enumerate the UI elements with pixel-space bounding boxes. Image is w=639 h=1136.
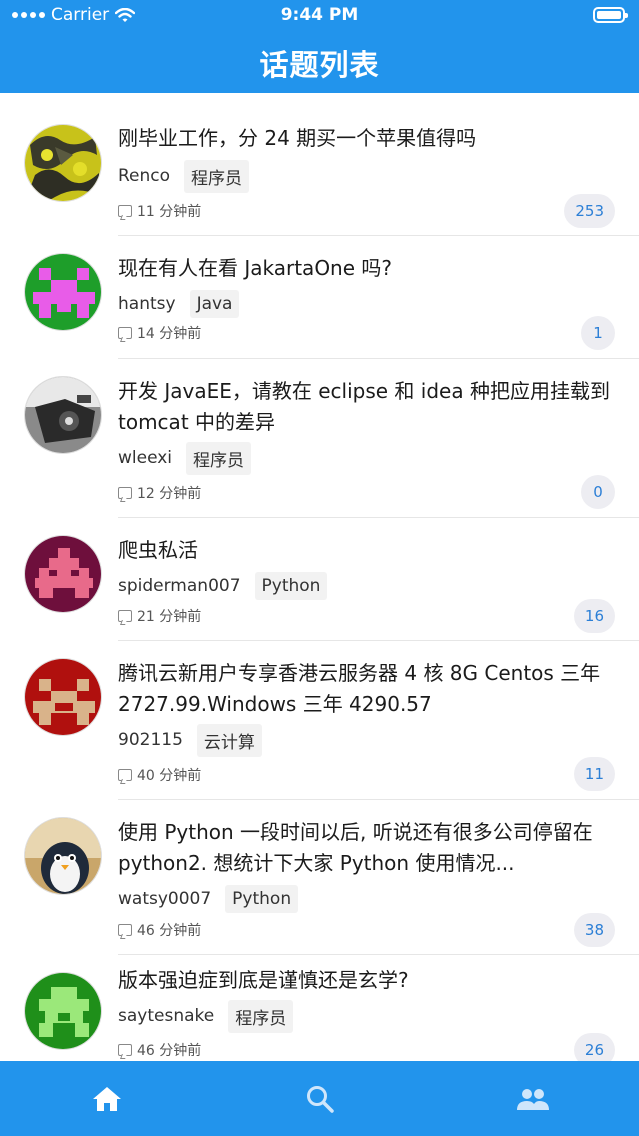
comment-icon — [118, 610, 132, 622]
status-time: 9:44 PM — [280, 5, 359, 25]
reply-count-badge: 1 — [581, 316, 615, 350]
page-title: 话题列表 — [259, 48, 380, 82]
avatar[interactable] — [24, 972, 102, 1050]
author-name[interactable]: watsy0007 — [118, 889, 211, 909]
reply-count-badge: 253 — [564, 194, 615, 228]
author-name[interactable]: wleexi — [118, 448, 172, 468]
comment-icon — [118, 487, 132, 499]
node-tag[interactable]: 程序员 — [186, 441, 252, 475]
node-tag[interactable]: Python — [225, 885, 299, 913]
topic-row[interactable]: 现在有人在看 JakartaOne 吗? hantsy Java 14 分钟前 … — [0, 236, 639, 359]
node-tag[interactable]: Java — [189, 290, 240, 318]
author-name[interactable]: saytesnake — [118, 1006, 214, 1026]
topic-title[interactable]: 爬虫私活 — [118, 535, 618, 566]
topic-time: 46 分钟前 — [137, 923, 202, 939]
author-name[interactable]: Renco — [118, 166, 170, 186]
reply-count-badge: 11 — [573, 757, 615, 791]
topic-row[interactable]: 爬虫私活 spiderman007 Python 21 分钟前 16 — [0, 518, 639, 641]
author-name[interactable]: hantsy — [118, 294, 176, 314]
node-tag[interactable]: 程序员 — [228, 999, 294, 1033]
topic-time: 14 分钟前 — [137, 326, 202, 342]
avatar[interactable] — [24, 658, 102, 736]
reply-count-badge: 16 — [573, 599, 615, 633]
reply-count-badge: 0 — [581, 475, 615, 509]
topic-title[interactable]: 刚毕业工作，分 24 期买一个苹果值得吗 — [118, 123, 618, 154]
tab-home[interactable] — [0, 1061, 213, 1136]
node-tag[interactable]: 云计算 — [196, 723, 262, 757]
home-icon — [92, 1086, 121, 1111]
search-icon — [306, 1085, 334, 1113]
comment-icon — [118, 924, 132, 936]
avatar[interactable] — [24, 376, 102, 454]
comment-icon — [118, 205, 132, 217]
topic-title[interactable]: 版本强迫症到底是谨慎还是玄学? — [118, 965, 618, 996]
topic-time: 11 分钟前 — [137, 204, 202, 220]
topic-row[interactable]: 版本强迫症到底是谨慎还是玄学? saytesnake 程序员 46 分钟前 26 — [0, 955, 639, 1061]
avatar[interactable] — [24, 535, 102, 613]
topic-title[interactable]: 腾讯云新用户专享香港云服务器 4 核 8G Centos 三年 2727.99.… — [118, 658, 618, 720]
node-tag[interactable]: Python — [254, 572, 328, 600]
topic-list[interactable]: 刚毕业工作，分 24 期买一个苹果值得吗 Renco 程序员 11 分钟前 25… — [0, 93, 639, 1061]
navigation-bar: Carrier 9:44 PM 话题列表 — [0, 0, 639, 93]
tab-bar — [0, 1061, 639, 1136]
comment-icon — [118, 1044, 132, 1056]
topic-title[interactable]: 现在有人在看 JakartaOne 吗? — [118, 253, 618, 284]
topic-row[interactable]: 刚毕业工作，分 24 期买一个苹果值得吗 Renco 程序员 11 分钟前 25… — [0, 93, 639, 236]
topic-time: 40 分钟前 — [137, 768, 202, 784]
users-icon — [516, 1088, 549, 1110]
topic-row[interactable]: 腾讯云新用户专享香港云服务器 4 核 8G Centos 三年 2727.99.… — [0, 641, 639, 800]
topic-row[interactable]: 开发 JavaEE，请教在 eclipse 和 idea 种把应用挂载到 tom… — [0, 359, 639, 518]
topic-title[interactable]: 使用 Python 一段时间以后, 听说还有很多公司停留在 python2. 想… — [118, 817, 618, 879]
topic-time: 21 分钟前 — [137, 609, 202, 625]
comment-icon — [118, 769, 132, 781]
topic-row[interactable]: 使用 Python 一段时间以后, 听说还有很多公司停留在 python2. 想… — [0, 800, 639, 955]
avatar[interactable] — [24, 253, 102, 331]
avatar[interactable] — [24, 817, 102, 895]
author-name[interactable]: 902115 — [118, 730, 183, 750]
author-name[interactable]: spiderman007 — [118, 576, 241, 596]
status-bar: Carrier 9:44 PM — [0, 0, 639, 32]
topic-title[interactable]: 开发 JavaEE，请教在 eclipse 和 idea 种把应用挂载到 tom… — [118, 376, 618, 438]
reply-count-badge: 38 — [573, 913, 615, 947]
reply-count-badge: 26 — [573, 1033, 615, 1061]
avatar[interactable] — [24, 124, 102, 202]
comment-icon — [118, 327, 132, 339]
topic-time: 46 分钟前 — [137, 1043, 202, 1059]
tab-users[interactable] — [426, 1061, 639, 1136]
node-tag[interactable]: 程序员 — [184, 159, 250, 193]
tab-search[interactable] — [213, 1061, 426, 1136]
topic-time: 12 分钟前 — [137, 486, 202, 502]
battery-icon — [593, 7, 628, 23]
